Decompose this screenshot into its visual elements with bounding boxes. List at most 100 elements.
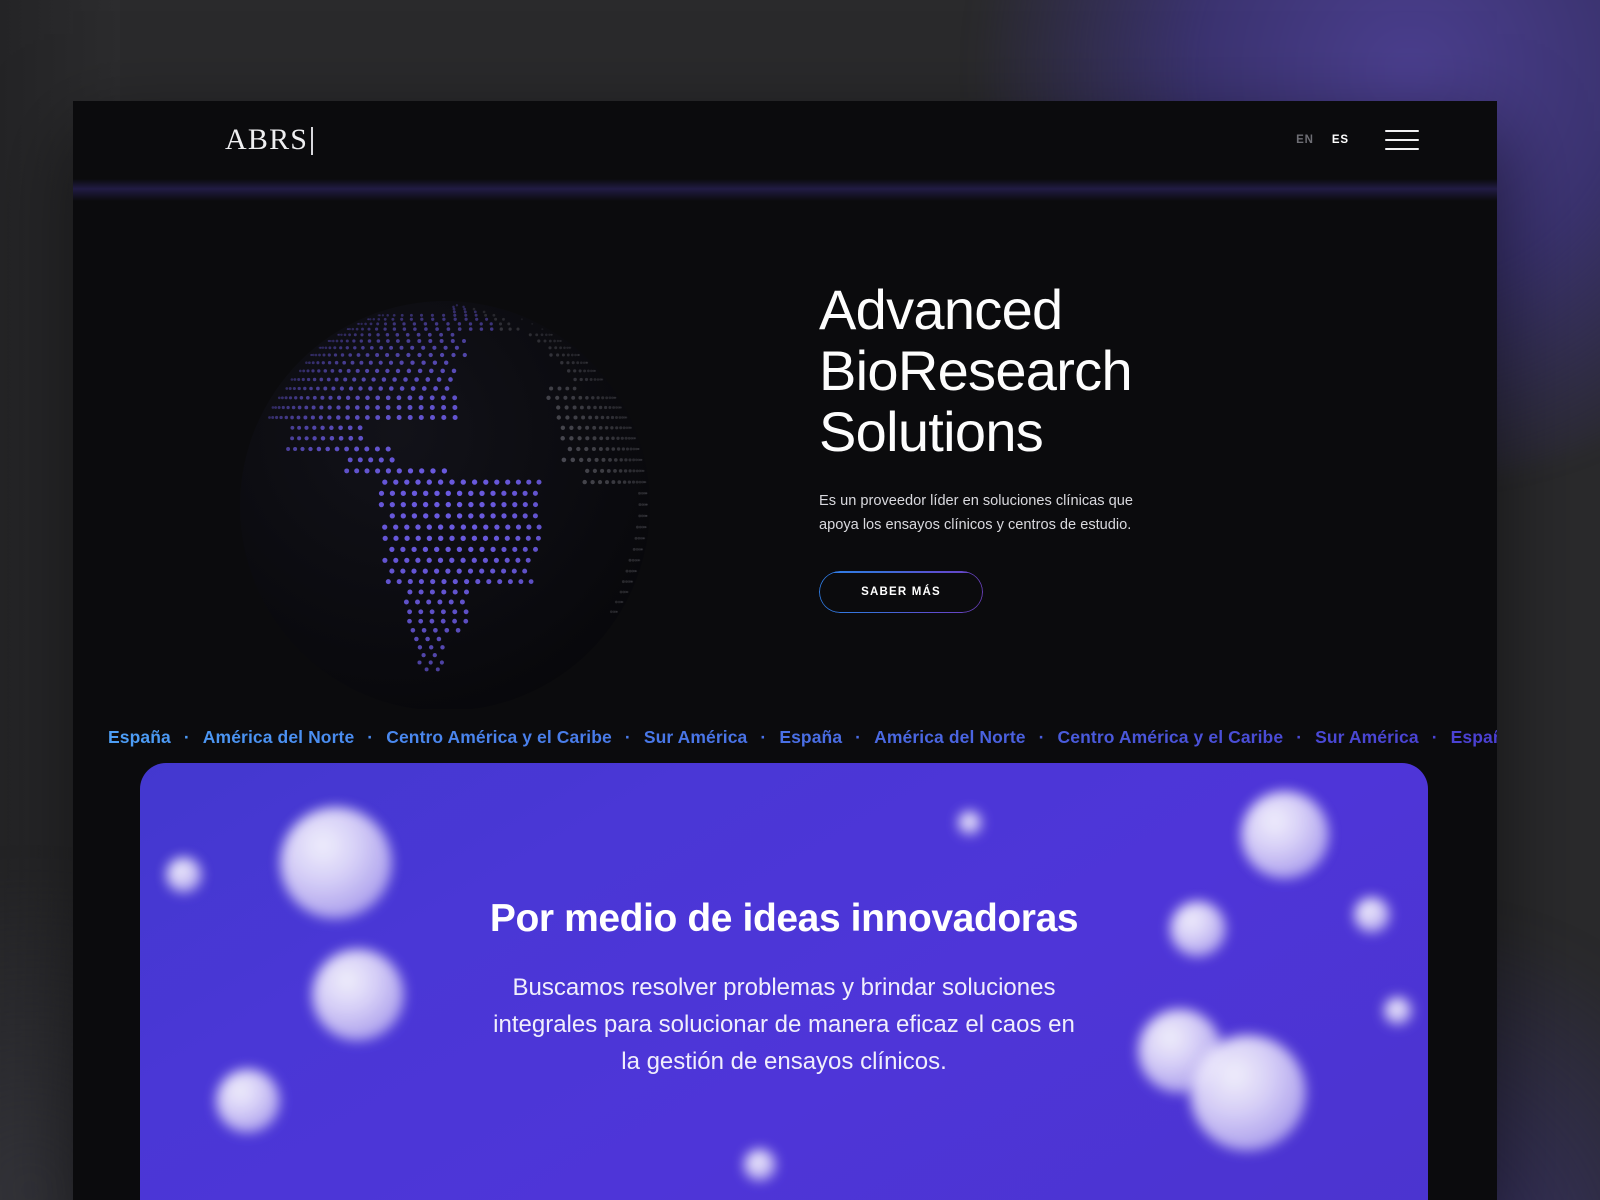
globe-dot (290, 425, 295, 430)
marquee-item[interactable]: Centro América y el Caribe (386, 727, 612, 748)
globe-dot (330, 369, 335, 373)
marquee-item[interactable]: América del Norte (874, 727, 1025, 748)
globe-dot (612, 406, 616, 409)
globe-dot (591, 446, 596, 452)
globe-dot (360, 333, 364, 337)
marquee-item[interactable]: América del Norte (203, 727, 354, 748)
globe-dot (396, 579, 402, 585)
globe-dot (582, 479, 587, 485)
globe-dot (638, 525, 642, 529)
globe-dot (421, 386, 427, 391)
globe-dot (379, 345, 384, 350)
globe-dot (563, 395, 568, 400)
globe-dot (399, 345, 404, 350)
brand-logo[interactable]: ABRS (225, 125, 314, 155)
marquee-item[interactable]: España (1451, 727, 1497, 748)
hero-title: Advanced BioResearch Solutions (819, 278, 1133, 464)
globe-dot (609, 610, 613, 614)
globe-dot (554, 346, 558, 350)
globe-dot (334, 360, 339, 365)
globe-dot (298, 369, 302, 373)
globe-dot (512, 490, 518, 496)
globe-dot (378, 386, 383, 391)
globe-dot (616, 436, 620, 440)
globe-dot (308, 446, 313, 452)
globe-dot (365, 415, 370, 420)
globe-dot (540, 333, 544, 337)
globe-dot (425, 636, 430, 642)
globe-dot (429, 618, 435, 624)
globe-dot (452, 609, 458, 615)
globe-dot (345, 415, 350, 420)
globe-dot (586, 405, 591, 410)
globe-dot (460, 535, 466, 541)
globe-dot (377, 317, 381, 321)
globe-dot (454, 345, 459, 350)
globe-dot (376, 339, 381, 343)
globe-dot (319, 377, 324, 382)
language-option-en[interactable]: EN (1296, 134, 1314, 146)
hamburger-menu-icon[interactable] (1385, 130, 1419, 150)
globe-dot (352, 377, 357, 382)
globe-dot (493, 557, 499, 563)
globe-dot (463, 618, 469, 624)
hamburger-line-3 (1385, 147, 1419, 150)
marquee-separator-icon: · (183, 726, 190, 747)
globe-dot (460, 479, 466, 485)
globe-dot (336, 415, 341, 420)
globe-dot (426, 535, 433, 541)
globe-dot (385, 333, 390, 337)
marquee-item[interactable]: España (779, 727, 842, 748)
globe-dot (621, 447, 626, 451)
globe-dot (426, 524, 432, 530)
globe-dot (365, 353, 370, 357)
globe-dot (460, 557, 466, 563)
globe-dot (638, 514, 642, 518)
language-option-es[interactable]: ES (1332, 134, 1349, 146)
globe-dot (430, 468, 436, 474)
globe-dot (400, 490, 406, 496)
globe-dot (535, 333, 539, 337)
globe-dot (590, 369, 593, 373)
globe-dot (357, 457, 363, 463)
marquee-item[interactable]: España (108, 727, 171, 748)
globe-dot (438, 535, 444, 541)
marquee-item[interactable]: Centro América y el Caribe (1058, 727, 1284, 748)
globe-dot (395, 352, 400, 358)
globe-dot (434, 513, 440, 519)
globe-dot (345, 346, 349, 350)
globe-dot (415, 599, 420, 605)
globe-dot (320, 436, 326, 441)
globe-dot (446, 322, 450, 326)
globe-dot (563, 346, 566, 350)
globe-dot (439, 660, 444, 665)
globe-dot (381, 377, 387, 382)
globe-dot (444, 386, 450, 391)
globe-dot (354, 415, 360, 420)
globe-dot (484, 313, 488, 317)
globe-dot (434, 490, 440, 496)
globe-dot (418, 609, 424, 615)
globe-dot (507, 322, 511, 326)
marquee-item[interactable]: Sur América (1315, 727, 1419, 748)
globe-dot (423, 513, 429, 519)
globe-dot (327, 405, 332, 410)
globe-dot (442, 313, 446, 317)
globe-dot (635, 458, 638, 462)
globe-dot (460, 524, 467, 530)
globe-dot (293, 446, 298, 452)
globe-dot (475, 579, 481, 585)
globe-dot (418, 618, 424, 624)
globe-dot (556, 415, 561, 420)
globe-dot (479, 513, 485, 519)
marquee-item[interactable]: Sur América (644, 727, 748, 748)
globe-dot (532, 502, 539, 508)
globe-dot (467, 568, 474, 574)
globe-dot (411, 546, 417, 553)
regions-marquee-track[interactable]: España · América del Norte · Centro América … (108, 727, 1497, 748)
globe-dot (345, 405, 350, 410)
saber-mas-button[interactable]: SABER MÁS (819, 571, 983, 614)
globe-dot (433, 627, 438, 633)
globe-dot (490, 568, 496, 574)
globe-dot (456, 501, 463, 508)
